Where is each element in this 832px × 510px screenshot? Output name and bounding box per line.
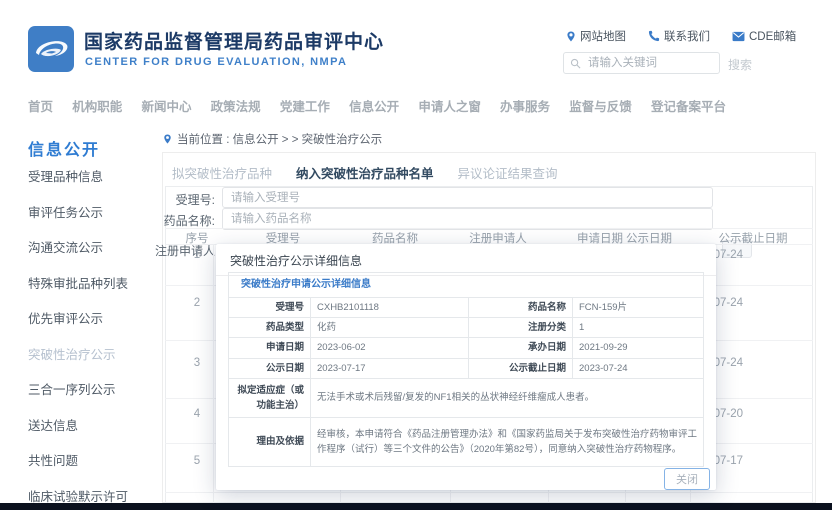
nav-item-news[interactable]: 新闻中心 bbox=[141, 96, 191, 115]
sidebar-item-priority-review[interactable]: 优先审评公示 bbox=[28, 308, 128, 327]
sidebar-item-breakthrough-therapy[interactable]: 突破性治疗公示 bbox=[28, 344, 128, 363]
nav-item-home[interactable]: 首页 bbox=[28, 96, 53, 115]
contact-link[interactable]: 联系我们 bbox=[648, 28, 710, 44]
close-button[interactable]: 关闭 bbox=[664, 468, 710, 490]
mailbox-label: CDE邮箱 bbox=[749, 28, 796, 44]
tab-included-breakthrough-list[interactable]: 纳入突破性治疗品种名单 bbox=[296, 163, 434, 182]
tab-objection-results[interactable]: 异议论证结果查询 bbox=[458, 163, 558, 182]
reason-field-label: 理由及依据 bbox=[229, 417, 311, 466]
magnifier-icon bbox=[570, 58, 581, 69]
contact-label: 联系我们 bbox=[664, 28, 710, 44]
apply-date-value: 2023-06-02 bbox=[311, 338, 469, 358]
main-nav: 首页 机构职能 新闻中心 政策法规 党建工作 信息公开 申请人之窗 办事服务 监… bbox=[28, 96, 726, 115]
undertake-date-field-label: 承办日期 bbox=[469, 338, 573, 358]
detail-table: 突破性治疗申请公示详细信息 受理号 CXHB2101118 药品名称 FCN-1… bbox=[228, 272, 704, 467]
acceptance-no-field-label: 受理号 bbox=[229, 298, 311, 318]
sitemap-link[interactable]: 网站地图 bbox=[566, 28, 626, 44]
nav-item-party[interactable]: 党建工作 bbox=[280, 96, 330, 115]
search-button[interactable]: 搜索 bbox=[728, 56, 752, 73]
sidebar-item-common-issues[interactable]: 共性问题 bbox=[28, 450, 128, 469]
deadline-value: 2023-07-24 bbox=[573, 358, 704, 378]
tab-bar: 拟突破性治疗品种 纳入突破性治疗品种名单 异议论证结果查询 bbox=[172, 163, 558, 182]
sidebar-title: 信息公开 bbox=[28, 136, 100, 160]
row-separator bbox=[165, 492, 813, 493]
acceptance-no-label: 受理号: bbox=[140, 191, 215, 208]
nav-item-supervision[interactable]: 监督与反馈 bbox=[569, 96, 632, 115]
reg-class-field-label: 注册分类 bbox=[469, 318, 573, 338]
row-index: 5 bbox=[194, 455, 200, 467]
deadline-field-label: 公示截止日期 bbox=[469, 358, 573, 378]
indication-field-label: 拟定适应症（或功能主治） bbox=[229, 378, 311, 417]
nav-item-registration-platform[interactable]: 登记备案平台 bbox=[651, 96, 726, 115]
column-separator bbox=[213, 244, 214, 503]
site-title-cn: 国家药品监督管理局药品审评中心 bbox=[84, 27, 384, 54]
detail-section-title: 突破性治疗申请公示详细信息 bbox=[229, 273, 704, 298]
sidebar-item-clinical-trial[interactable]: 临床试验默示许可 bbox=[28, 486, 128, 505]
quick-links: 网站地图 联系我们 CDE邮箱 bbox=[566, 28, 796, 44]
cde-swoosh-icon bbox=[28, 26, 74, 72]
sidebar-item-review-tasks[interactable]: 审评任务公示 bbox=[28, 202, 128, 221]
detail-modal: 突破性治疗公示详细信息 突破性治疗申请公示详细信息 受理号 CXHB210111… bbox=[216, 244, 716, 490]
sidebar-item-three-in-one[interactable]: 三合一序列公示 bbox=[28, 379, 128, 398]
envelope-icon bbox=[732, 31, 745, 42]
nav-item-applicant[interactable]: 申请人之窗 bbox=[418, 96, 481, 115]
search-input[interactable] bbox=[586, 56, 700, 70]
publicity-date-field-label: 公示日期 bbox=[229, 358, 311, 378]
breadcrumb: 当前位置 : 信息公开 > > 突破性治疗公示 bbox=[163, 131, 382, 147]
breadcrumb-text: 当前位置 : 信息公开 > > 突破性治疗公示 bbox=[177, 131, 382, 147]
tab-proposed-breakthrough[interactable]: 拟突破性治疗品种 bbox=[172, 163, 272, 182]
reg-class-value: 1 bbox=[573, 318, 704, 338]
sidebar-item-special-approval[interactable]: 特殊审批品种列表 bbox=[28, 273, 128, 292]
phone-icon bbox=[648, 30, 660, 42]
breadcrumb-pin-icon bbox=[163, 133, 172, 145]
nav-item-services[interactable]: 办事服务 bbox=[500, 96, 550, 115]
row-index: 1 bbox=[194, 249, 200, 261]
nav-item-policy[interactable]: 政策法规 bbox=[211, 96, 261, 115]
location-pin-icon bbox=[566, 30, 576, 43]
cde-logo[interactable] bbox=[28, 26, 74, 72]
drug-name-label: 药品名称: bbox=[140, 212, 215, 229]
drug-type-value: 化药 bbox=[311, 318, 469, 338]
row-index: 2 bbox=[194, 297, 200, 309]
sidebar-item-delivery-info[interactable]: 送达信息 bbox=[28, 415, 128, 434]
apply-date-field-label: 申请日期 bbox=[229, 338, 311, 358]
row-index: 3 bbox=[194, 357, 200, 369]
undertake-date-value: 2021-09-29 bbox=[573, 338, 704, 358]
sidebar-item-communication[interactable]: 沟通交流公示 bbox=[28, 237, 128, 256]
drug-name-value: FCN-159片 bbox=[573, 298, 704, 318]
site-title-en: CENTER FOR DRUG EVALUATION, NMPA bbox=[85, 56, 347, 68]
site-search bbox=[563, 52, 720, 74]
footer-bar bbox=[0, 503, 832, 510]
sidebar: 受理品种信息 审评任务公示 沟通交流公示 特殊审批品种列表 优先审评公示 突破性… bbox=[28, 166, 128, 510]
acceptance-no-value: CXHB2101118 bbox=[311, 298, 469, 318]
page: 国家药品监督管理局药品审评中心 CENTER FOR DRUG EVALUATI… bbox=[0, 0, 832, 510]
drug-name-input[interactable] bbox=[222, 208, 713, 230]
publicity-date-value: 2023-07-17 bbox=[311, 358, 469, 378]
indication-value: 无法手术或术后残留/复发的NF1相关的丛状神经纤维瘤成人患者。 bbox=[311, 378, 704, 417]
drug-name-field-label: 药品名称 bbox=[469, 298, 573, 318]
nav-item-info-disclosure[interactable]: 信息公开 bbox=[349, 96, 399, 115]
nav-item-functions[interactable]: 机构职能 bbox=[72, 96, 122, 115]
acceptance-no-input[interactable] bbox=[222, 187, 713, 208]
reason-value: 经审核，本申请符合《药品注册管理办法》和《国家药监局关于发布突破性治疗药物审评工… bbox=[311, 417, 704, 466]
sidebar-item-accepted-varieties[interactable]: 受理品种信息 bbox=[28, 166, 128, 185]
drug-type-field-label: 药品类型 bbox=[229, 318, 311, 338]
row-index: 4 bbox=[194, 408, 200, 420]
mailbox-link[interactable]: CDE邮箱 bbox=[732, 28, 796, 44]
sitemap-label: 网站地图 bbox=[580, 28, 626, 44]
table-header-top-border bbox=[165, 228, 813, 229]
